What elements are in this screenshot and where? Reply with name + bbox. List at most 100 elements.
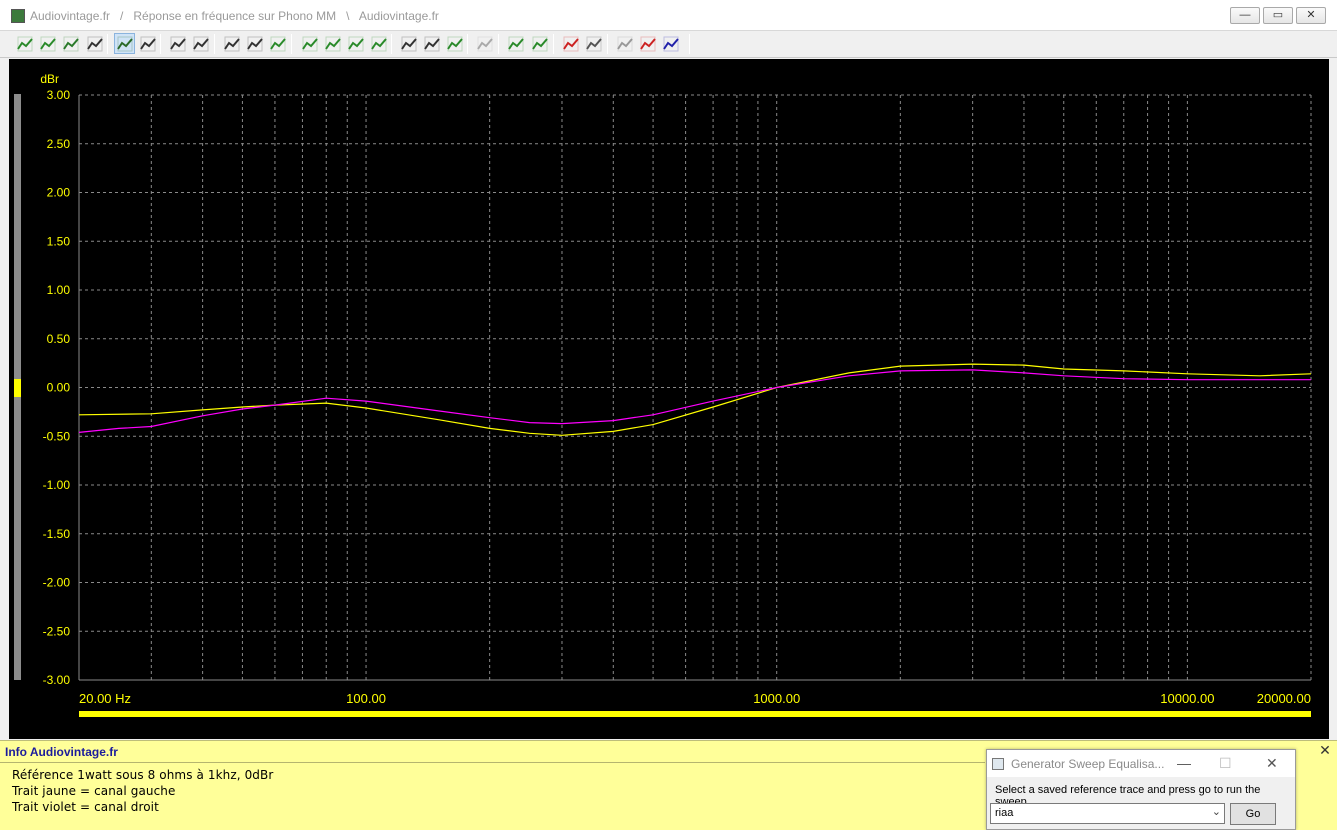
y-tick-label: 2.50 — [47, 137, 71, 151]
zoom-in-icon-glyph — [400, 36, 417, 51]
reference-trace-select[interactable]: riaa ⌄ — [990, 803, 1225, 824]
y-tick-label: 2.00 — [47, 186, 71, 200]
y-tick-label: -1.50 — [43, 527, 71, 541]
go-button[interactable]: Go — [1230, 803, 1276, 825]
toolbar-separator — [291, 34, 292, 54]
generator-dialog: Generator Sweep Equalisa... — ☐ ✕ Select… — [986, 749, 1296, 830]
trace-down-icon[interactable] — [345, 33, 366, 54]
cursor-down-icon-glyph — [531, 36, 548, 51]
generator-title: Generator Sweep Equalisa... — [1011, 757, 1165, 771]
print-icon[interactable] — [137, 33, 158, 54]
y-tick-label: 3.00 — [47, 88, 71, 102]
zoom-in-icon[interactable] — [398, 33, 419, 54]
zoom-out-icon-glyph — [423, 36, 440, 51]
marker-icon-glyph — [562, 36, 579, 51]
title-bar: Audiovintage.fr / Réponse en fréquence s… — [0, 0, 1337, 31]
toolbar-separator — [498, 34, 499, 54]
restore-button[interactable]: ▭ — [1263, 7, 1293, 24]
toolbar-separator — [391, 34, 392, 54]
y-tick-label: -1.00 — [43, 478, 71, 492]
reference-trace-value: riaa — [995, 807, 1014, 819]
disabled-tool-icon-glyph — [476, 36, 493, 51]
y-tick-label: 1.00 — [47, 283, 71, 297]
copy-icon[interactable] — [84, 33, 105, 54]
info-line-reference: Référence 1watt sous 8 ohms à 1khz, 0dBr — [12, 768, 274, 782]
x-tick-label: 100.00 — [346, 691, 386, 706]
graph-panel: 3.00 2.50 2.00 1.50 1.00 0.50 0.00 -0.50 -1.00 -1… — [9, 59, 1329, 739]
series-line-left-channel — [78, 363, 1312, 436]
generator-titlebar: Generator Sweep Equalisa... — ☐ ✕ — [987, 750, 1295, 777]
grid-icon[interactable] — [190, 33, 211, 54]
y-tick-label: -0.50 — [43, 429, 71, 443]
zoom-y-icon[interactable] — [244, 33, 265, 54]
toolbar-separator — [160, 34, 161, 54]
cursor-up-icon-glyph — [507, 36, 524, 51]
trace-right-icon[interactable] — [368, 33, 389, 54]
expand-icon[interactable] — [583, 33, 604, 54]
zoom-x-icon[interactable] — [221, 33, 242, 54]
reference-icon[interactable] — [614, 33, 635, 54]
trace-down-icon-glyph — [347, 36, 364, 51]
fit-curve-icon[interactable] — [444, 33, 465, 54]
x-tick-label: 20000.00 — [1257, 691, 1311, 706]
edit-icon-glyph — [169, 36, 186, 51]
close-button[interactable]: ✕ — [1296, 7, 1326, 24]
toolbar-separator — [107, 34, 108, 54]
save-icon-glyph — [62, 36, 79, 51]
trace-left-icon-glyph — [301, 36, 318, 51]
generator-app-icon — [992, 758, 1004, 770]
cursor-up-icon[interactable] — [505, 33, 526, 54]
frequency-response-chart[interactable]: 3.00 2.50 2.00 1.50 1.00 0.50 0.00 -0.50 -1.00 -1… — [9, 59, 1329, 739]
settings-icon-glyph — [662, 36, 679, 51]
toolbar-separator — [689, 34, 690, 54]
fit-curve-icon-glyph — [446, 36, 463, 51]
save-icon[interactable] — [60, 33, 81, 54]
scroll-thumb[interactable] — [14, 379, 21, 397]
settings-icon[interactable] — [660, 33, 681, 54]
info-close-icon[interactable]: ✕ — [1318, 743, 1332, 758]
y-tick-label: 1.50 — [47, 234, 71, 248]
reference-icon-glyph — [616, 36, 633, 51]
trace-curve-icon[interactable] — [37, 33, 58, 54]
add-trace-icon[interactable] — [14, 33, 35, 54]
trace-curve-icon-glyph — [39, 36, 56, 51]
trace-up-icon[interactable] — [322, 33, 343, 54]
disabled-tool-icon[interactable] — [474, 33, 495, 54]
auto-scale-icon[interactable] — [267, 33, 288, 54]
graph-view-icon[interactable] — [114, 33, 135, 54]
print-icon-glyph — [139, 36, 156, 51]
trace-left-icon[interactable] — [299, 33, 320, 54]
trace-right-icon-glyph — [370, 36, 387, 51]
copy-icon-glyph — [86, 36, 103, 51]
expand-icon-glyph — [585, 36, 602, 51]
minimize-button[interactable]: — — [1230, 7, 1260, 24]
grid-icon-glyph — [192, 36, 209, 51]
cursor-down-icon[interactable] — [529, 33, 550, 54]
info-line-violet: Trait violet = canal droit — [12, 800, 159, 814]
compare-icon[interactable] — [637, 33, 658, 54]
generator-minimize-button[interactable]: — — [1177, 755, 1191, 771]
horizontal-scrollbar[interactable] — [79, 711, 1311, 717]
toolbar-separator — [553, 34, 554, 54]
generator-maximize-button[interactable]: ☐ — [1219, 755, 1232, 772]
graph-view-icon-glyph — [116, 36, 133, 51]
toolbar-separator — [607, 34, 608, 54]
series-line-right-channel — [78, 369, 1311, 433]
trace-up-icon-glyph — [324, 36, 341, 51]
chevron-down-icon[interactable]: ⌄ — [1212, 805, 1221, 818]
info-line-yellow: Trait jaune = canal gauche — [12, 784, 176, 798]
y-tick-label: 0.00 — [47, 381, 71, 395]
toolbar — [0, 31, 1337, 58]
zoom-x-icon-glyph — [223, 36, 240, 51]
marker-icon[interactable] — [560, 33, 581, 54]
edit-icon[interactable] — [167, 33, 188, 54]
x-tick-label: 10000.00 — [1160, 691, 1214, 706]
x-tick-label: 20.00 Hz — [79, 691, 131, 706]
zoom-y-icon-glyph — [246, 36, 263, 51]
y-tick-label: 0.50 — [47, 332, 71, 346]
zoom-out-icon[interactable] — [421, 33, 442, 54]
auto-scale-icon-glyph — [269, 36, 286, 51]
y-tick-label: -2.50 — [43, 624, 71, 638]
app-icon — [11, 9, 25, 23]
generator-close-button[interactable]: ✕ — [1266, 755, 1278, 772]
